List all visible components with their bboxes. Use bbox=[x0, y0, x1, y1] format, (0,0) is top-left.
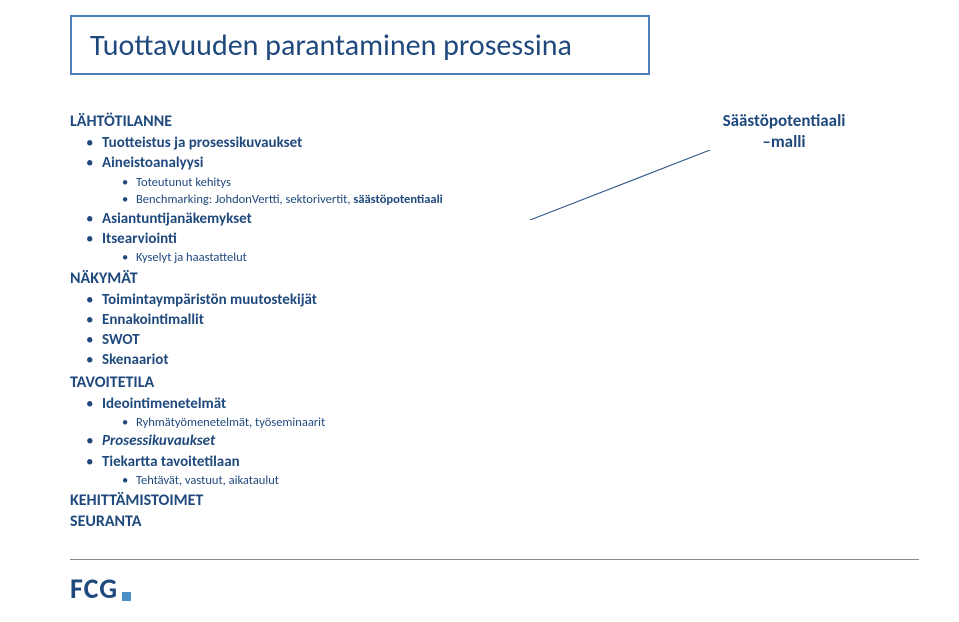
section-head-nakymat: NÄKYMÄT bbox=[70, 269, 530, 288]
callout-line: –malli bbox=[699, 131, 869, 152]
list-item: Toimintaympäristön muutostekijät bbox=[86, 290, 530, 310]
list-item-label: Aineistoanalyysi bbox=[102, 154, 203, 172]
list-item: Benchmarking: JohdonVertti, sektoriverti… bbox=[122, 191, 530, 209]
sublist: Toteutunut kehitys Benchmarking: JohdonV… bbox=[102, 174, 530, 209]
list-item: Kyselyt ja haastattelut bbox=[122, 249, 530, 267]
list-item-label: Tiekartta tavoitetilaan bbox=[102, 453, 240, 471]
list-lahtotilanne: Tuotteistus ja prosessikuvaukset Aineist… bbox=[70, 133, 530, 267]
section-head-kehittamistoimet: KEHITTÄMISTOIMET bbox=[70, 491, 530, 510]
section-head-seuranta: SEURANTA bbox=[70, 512, 530, 531]
section-head-tavoitetila: TAVOITETILA bbox=[70, 373, 530, 392]
content-body: LÄHTÖTILANNE Tuotteistus ja prosessikuva… bbox=[70, 110, 530, 533]
section-head-lahtotilanne: LÄHTÖTILANNE bbox=[70, 112, 530, 131]
callout-line: Säästöpotentiaali bbox=[699, 110, 869, 131]
list-tavoitetila: Ideointimenetelmät Ryhmätyömenetelmät, t… bbox=[70, 394, 530, 490]
list-item-label-bold: säästöpotentiaali bbox=[353, 192, 442, 207]
title-box: Tuottavuuden parantaminen prosessina bbox=[70, 15, 650, 75]
list-item: Asiantuntijanäkemykset bbox=[86, 209, 530, 229]
list-item-label: Ideointimenetelmät bbox=[102, 395, 226, 413]
sublist: Tehtävät, vastuut, aikataulut bbox=[102, 472, 530, 490]
list-nakymat: Toimintaympäristön muutostekijät Ennakoi… bbox=[70, 290, 530, 371]
connector-line-icon bbox=[530, 150, 710, 220]
footer-divider bbox=[70, 559, 919, 560]
list-item: Tiekartta tavoitetilaan Tehtävät, vastuu… bbox=[86, 452, 530, 490]
list-item: Tehtävät, vastuut, aikataulut bbox=[122, 472, 530, 490]
sublist: Ryhmätyömenetelmät, työseminaarit bbox=[102, 414, 530, 432]
list-item: SWOT bbox=[86, 330, 530, 350]
list-item: Itsearviointi Kyselyt ja haastattelut bbox=[86, 229, 530, 267]
list-item: Prosessikuvaukset bbox=[86, 431, 530, 451]
page-title: Tuottavuuden parantaminen prosessina bbox=[90, 27, 572, 64]
list-item-label: Itsearviointi bbox=[102, 230, 177, 248]
list-item: Toteutunut kehitys bbox=[122, 174, 530, 192]
logo: FCG bbox=[70, 571, 131, 606]
list-item: Ideointimenetelmät Ryhmätyömenetelmät, t… bbox=[86, 394, 530, 432]
sublist: Kyselyt ja haastattelut bbox=[102, 249, 530, 267]
logo-text: FCG bbox=[70, 571, 118, 606]
list-item: Ennakointimallit bbox=[86, 310, 530, 330]
list-item: Aineistoanalyysi Toteutunut kehitys Benc… bbox=[86, 153, 530, 208]
logo-dot-icon bbox=[122, 592, 131, 601]
list-item: Skenaariot bbox=[86, 350, 530, 370]
list-item-label: Benchmarking: JohdonVertti, sektoriverti… bbox=[136, 192, 353, 207]
list-item: Tuotteistus ja prosessikuvaukset bbox=[86, 133, 530, 153]
callout-box: Säästöpotentiaali –malli bbox=[699, 110, 869, 153]
list-item: Ryhmätyömenetelmät, työseminaarit bbox=[122, 414, 530, 432]
